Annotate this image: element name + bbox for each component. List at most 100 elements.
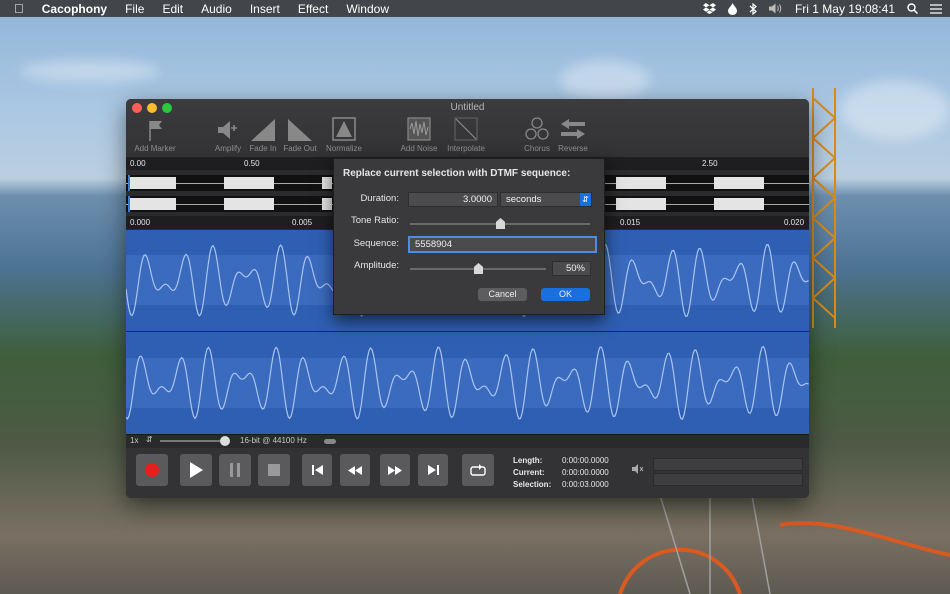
length-label: Length:: [513, 456, 543, 465]
tool-label: Fade Out: [283, 144, 317, 153]
dialog-title: Replace current selection with DTMF sequ…: [343, 168, 571, 179]
window-toolbar: Untitled Add Marker Amplify Fade In Fade…: [126, 99, 809, 158]
rewind-button[interactable]: [340, 454, 370, 486]
cancel-button[interactable]: Cancel: [478, 288, 527, 301]
scroll-indicator[interactable]: [324, 439, 336, 444]
menu-audio[interactable]: Audio: [201, 2, 241, 16]
loop-button[interactable]: [462, 454, 494, 486]
menu-bar:  Cacophony File Edit Audio Insert Effec…: [0, 0, 950, 17]
tool-label: Interpolate: [447, 144, 485, 153]
menu-app-name[interactable]: Cacophony: [42, 2, 116, 16]
fade-in-icon: [251, 119, 275, 141]
level-meter-left: [653, 458, 803, 471]
stop-icon: [268, 464, 280, 476]
duration-unit-value: seconds: [506, 194, 542, 205]
ruler-tick-label: 0.00: [130, 159, 146, 168]
skip-end-button[interactable]: [418, 454, 448, 486]
ruler-tick-label: 0.015: [620, 218, 641, 227]
record-button[interactable]: [136, 454, 168, 486]
play-button[interactable]: [180, 454, 212, 486]
zoom-slider[interactable]: [160, 440, 228, 442]
current-label: Current:: [513, 468, 545, 477]
dropbox-icon[interactable]: [702, 3, 716, 14]
dtmf-dialog: Replace current selection with DTMF sequ…: [333, 158, 605, 315]
tool-add-marker[interactable]: Add Marker: [130, 117, 180, 153]
tool-fade-out[interactable]: Fade Out: [275, 117, 325, 153]
amplitude-thumb[interactable]: [474, 263, 483, 274]
chorus-icon: [525, 117, 549, 140]
loop-icon: [470, 464, 486, 476]
pause-icon: [230, 463, 240, 477]
sequence-field[interactable]: 5558904: [408, 236, 597, 253]
ruler-tick-label: 0.020: [784, 218, 805, 227]
stop-button[interactable]: [258, 454, 290, 486]
zoom-slider-thumb[interactable]: [220, 436, 230, 446]
ok-button[interactable]: OK: [541, 288, 590, 301]
duration-unit-select[interactable]: seconds ⇵: [500, 192, 592, 207]
status-bar: 1x ⇵ 16-bit @ 44100 Hz: [126, 434, 809, 448]
format-label: 16-bit @ 44100 Hz: [240, 436, 307, 445]
desktop-cloud: [560, 60, 650, 100]
amplitude-field[interactable]: 50%: [552, 261, 591, 276]
reverse-icon: [561, 119, 585, 139]
record-icon: [145, 463, 159, 477]
tool-interpolate[interactable]: Interpolate: [441, 117, 491, 153]
ruler-tick-label: 0.005: [292, 218, 313, 227]
level-meter-right: [653, 473, 803, 486]
flag-icon: [149, 121, 162, 141]
tool-normalize[interactable]: Normalize: [319, 117, 369, 153]
ruler-tick-label: 2.50: [702, 159, 718, 168]
fast-forward-button[interactable]: [380, 454, 410, 486]
length-value: 0:00:00.0000: [562, 456, 609, 465]
tool-label: Normalize: [325, 144, 362, 153]
selection-value: 0:00:03.0000: [562, 480, 609, 489]
apple-menu-icon[interactable]: : [14, 1, 33, 16]
menu-file[interactable]: File: [125, 2, 153, 16]
list-menu-icon[interactable]: [930, 3, 942, 14]
duration-field[interactable]: 3.0000: [408, 192, 498, 207]
amplitude-label: Amplitude:: [354, 260, 399, 271]
current-value: 0:00:00.0000: [562, 468, 609, 477]
tool-add-noise[interactable]: Add Noise: [394, 117, 444, 153]
fade-out-icon: [288, 119, 312, 141]
desktop-cloud: [840, 80, 950, 140]
flame-icon[interactable]: [727, 2, 737, 15]
tool-label: Add Noise: [400, 144, 438, 153]
zoom-stepper-icon[interactable]: ⇵: [146, 435, 153, 444]
skip-start-button[interactable]: [302, 454, 332, 486]
desktop-cloud: [20, 60, 160, 82]
zoom-select[interactable]: 1x: [130, 436, 138, 445]
bluetooth-icon[interactable]: [749, 2, 757, 15]
ruler-tick-label: 0.000: [130, 218, 151, 227]
normalize-icon: [332, 117, 356, 141]
tool-label: Reverse: [558, 144, 588, 153]
interpolate-icon: [454, 117, 478, 141]
menu-insert[interactable]: Insert: [250, 2, 289, 16]
search-icon[interactable]: [907, 3, 918, 14]
chevron-updown-icon: ⇵: [580, 193, 591, 206]
menu-window[interactable]: Window: [346, 2, 398, 16]
tool-reverse[interactable]: Reverse: [548, 117, 598, 153]
menu-extras: Fri 1 May 19:08:41: [702, 0, 942, 17]
menu-clock[interactable]: Fri 1 May 19:08:41: [795, 2, 895, 16]
desktop-coaster-tower: [811, 88, 837, 328]
window-title: Untitled: [450, 102, 485, 113]
speaker-plus-icon: [218, 121, 237, 139]
menu-effect[interactable]: Effect: [298, 2, 337, 16]
skip-start-icon: [311, 465, 323, 475]
volume-icon[interactable]: [768, 3, 783, 14]
ruler-tick-label: 0.50: [244, 159, 260, 168]
duration-label: Duration:: [360, 193, 399, 204]
menu-edit[interactable]: Edit: [162, 2, 192, 16]
tool-label: Add Marker: [134, 144, 176, 153]
waveform-channel-right[interactable]: [126, 332, 809, 434]
fast-forward-icon: [388, 465, 402, 475]
tone-ratio-label: Tone Ratio:: [350, 215, 399, 226]
waveform-path: [126, 345, 809, 420]
waveform-right: [126, 345, 809, 420]
play-icon: [190, 462, 203, 478]
sequence-label: Sequence:: [353, 238, 399, 249]
tone-ratio-thumb[interactable]: [496, 218, 505, 229]
pause-button[interactable]: [219, 454, 251, 486]
speaker-mute-icon[interactable]: [632, 463, 644, 475]
